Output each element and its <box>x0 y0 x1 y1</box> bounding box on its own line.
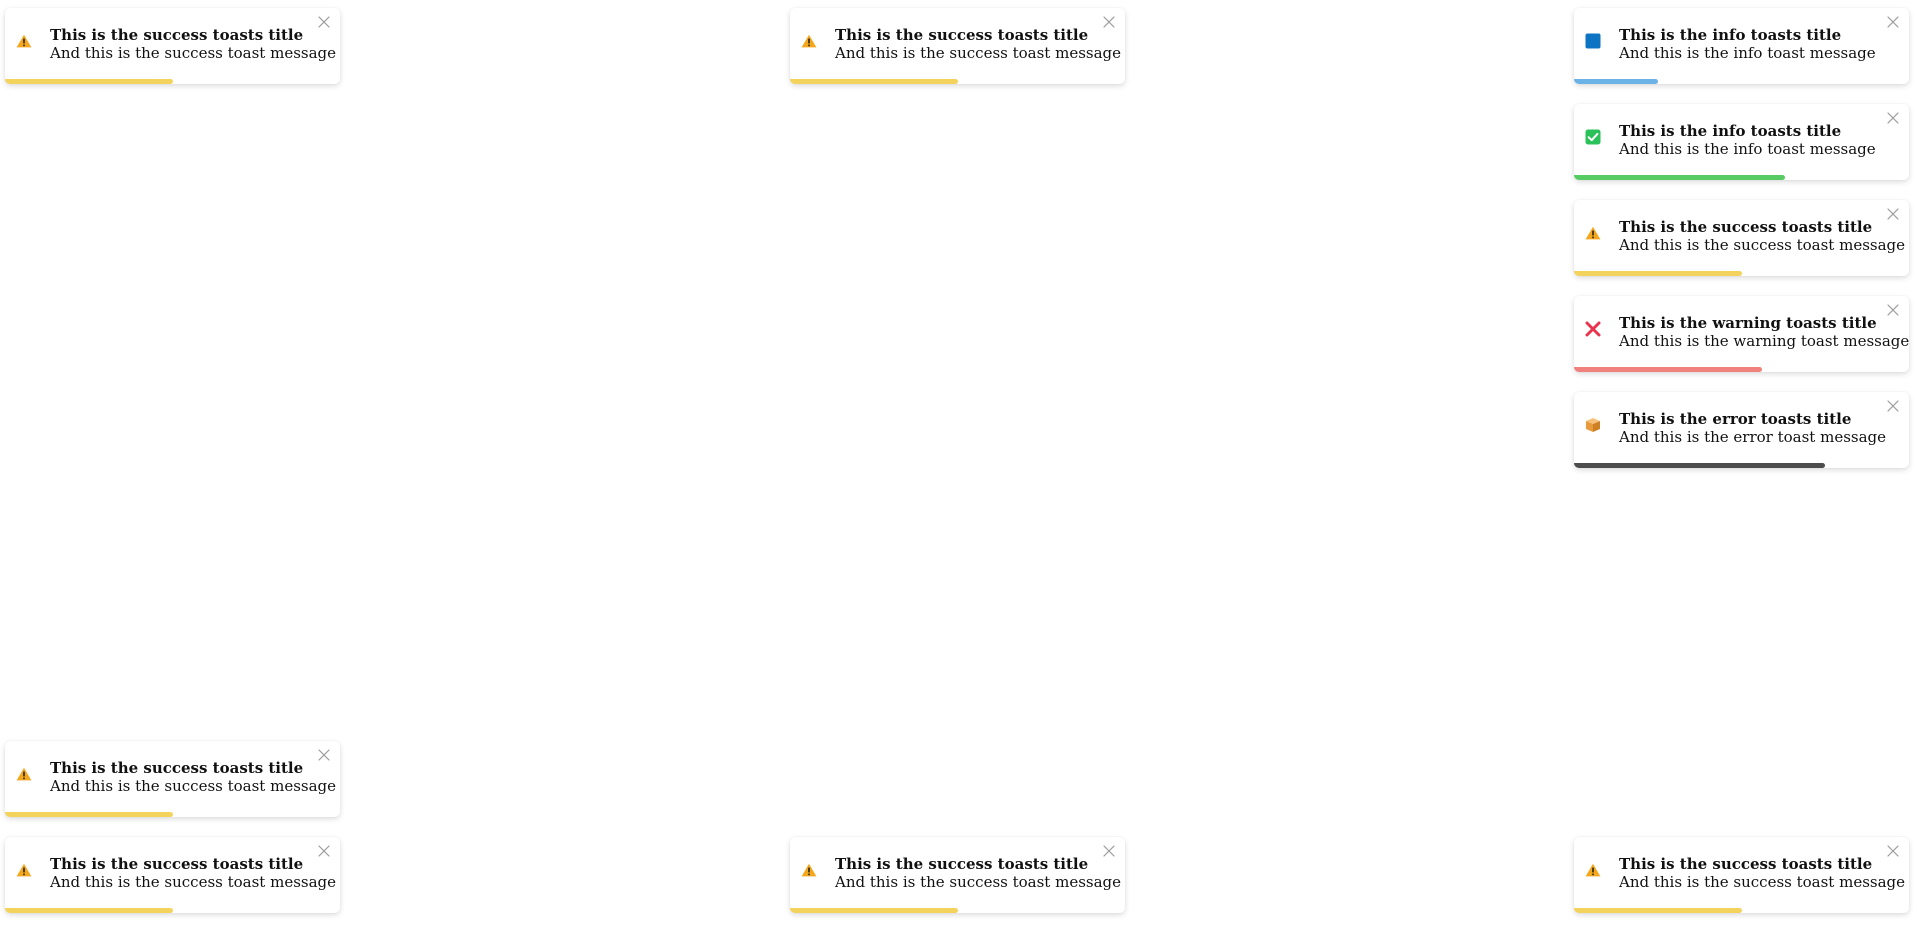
toast-top-right-1: This is the info toasts title And this i… <box>1574 8 1909 84</box>
toast-progress-bar <box>1574 908 1742 913</box>
toast-title: This is the success toasts title <box>50 759 304 777</box>
toast-title: This is the success toasts title <box>1619 855 1873 873</box>
toast-demo-page: This is the success toasts title And thi… <box>0 0 1917 929</box>
toast-progress-bar <box>790 79 958 84</box>
cross-mark-icon <box>1584 320 1602 338</box>
toast-message: And this is the success toast message <box>835 44 1122 62</box>
toast-title: This is the warning toasts title <box>1619 314 1877 332</box>
close-icon[interactable] <box>1885 206 1901 222</box>
toast-title: This is the info toasts title <box>1619 26 1842 44</box>
toast-title: This is the error toasts title <box>1619 410 1852 428</box>
close-icon[interactable] <box>1885 843 1901 859</box>
toast-title: This is the success toasts title <box>50 855 304 873</box>
toast-message: And this is the success toast message <box>1619 236 1906 254</box>
check-box-icon <box>1584 128 1602 146</box>
toast-progress-bar <box>1574 367 1762 372</box>
toast-top-left: This is the success toasts title And thi… <box>5 8 340 84</box>
toast-top-center: This is the success toasts title And thi… <box>790 8 1125 84</box>
toast-message: And this is the success toast message <box>835 873 1122 891</box>
close-icon[interactable] <box>1101 843 1117 859</box>
toast-progress-bar <box>1574 79 1658 84</box>
toast-bottom-left-1: This is the success toasts title And thi… <box>5 741 340 817</box>
close-icon[interactable] <box>1101 14 1117 30</box>
toast-top-right-2: This is the info toasts title And this i… <box>1574 104 1909 180</box>
toast-title: This is the success toasts title <box>50 26 304 44</box>
warning-icon <box>15 32 33 50</box>
toast-message: And this is the success toast message <box>50 777 337 795</box>
warning-icon <box>1584 861 1602 879</box>
toast-progress-bar <box>1574 463 1825 468</box>
blue-square-icon <box>1584 32 1602 50</box>
close-icon[interactable] <box>1885 110 1901 126</box>
toast-progress-bar <box>5 79 173 84</box>
toast-title: This is the success toasts title <box>835 26 1089 44</box>
close-icon[interactable] <box>1885 398 1901 414</box>
toast-message: And this is the success toast message <box>50 44 337 62</box>
toast-message: And this is the info toast message <box>1619 44 1876 62</box>
warning-icon <box>15 861 33 879</box>
toast-message: And this is the success toast message <box>1619 873 1906 891</box>
close-icon[interactable] <box>1885 14 1901 30</box>
toast-progress-bar <box>790 908 958 913</box>
warning-icon <box>800 861 818 879</box>
close-icon[interactable] <box>316 14 332 30</box>
toast-title: This is the info toasts title <box>1619 122 1842 140</box>
toast-title: This is the success toasts title <box>835 855 1089 873</box>
toast-bottom-left-2: This is the success toasts title And thi… <box>5 837 340 913</box>
toast-message: And this is the info toast message <box>1619 140 1876 158</box>
toast-top-right-4: This is the warning toasts title And thi… <box>1574 296 1909 372</box>
toast-progress-bar <box>1574 271 1742 276</box>
toast-progress-bar <box>5 908 173 913</box>
toast-message: And this is the success toast message <box>50 873 337 891</box>
close-icon[interactable] <box>316 747 332 763</box>
warning-icon <box>1584 224 1602 242</box>
warning-icon <box>800 32 818 50</box>
toast-bottom-right: This is the success toasts title And thi… <box>1574 837 1909 913</box>
close-icon[interactable] <box>1885 302 1901 318</box>
package-icon <box>1584 416 1602 434</box>
toast-top-right-5: This is the error toasts title And this … <box>1574 392 1909 468</box>
toast-message: And this is the warning toast message <box>1619 332 1909 350</box>
close-icon[interactable] <box>316 843 332 859</box>
toast-progress-bar <box>5 812 173 817</box>
toast-title: This is the success toasts title <box>1619 218 1873 236</box>
toast-progress-bar <box>1574 175 1785 180</box>
toast-message: And this is the error toast message <box>1619 428 1887 446</box>
toast-top-right-3: This is the success toasts title And thi… <box>1574 200 1909 276</box>
warning-icon <box>15 765 33 783</box>
toast-bottom-center: This is the success toasts title And thi… <box>790 837 1125 913</box>
